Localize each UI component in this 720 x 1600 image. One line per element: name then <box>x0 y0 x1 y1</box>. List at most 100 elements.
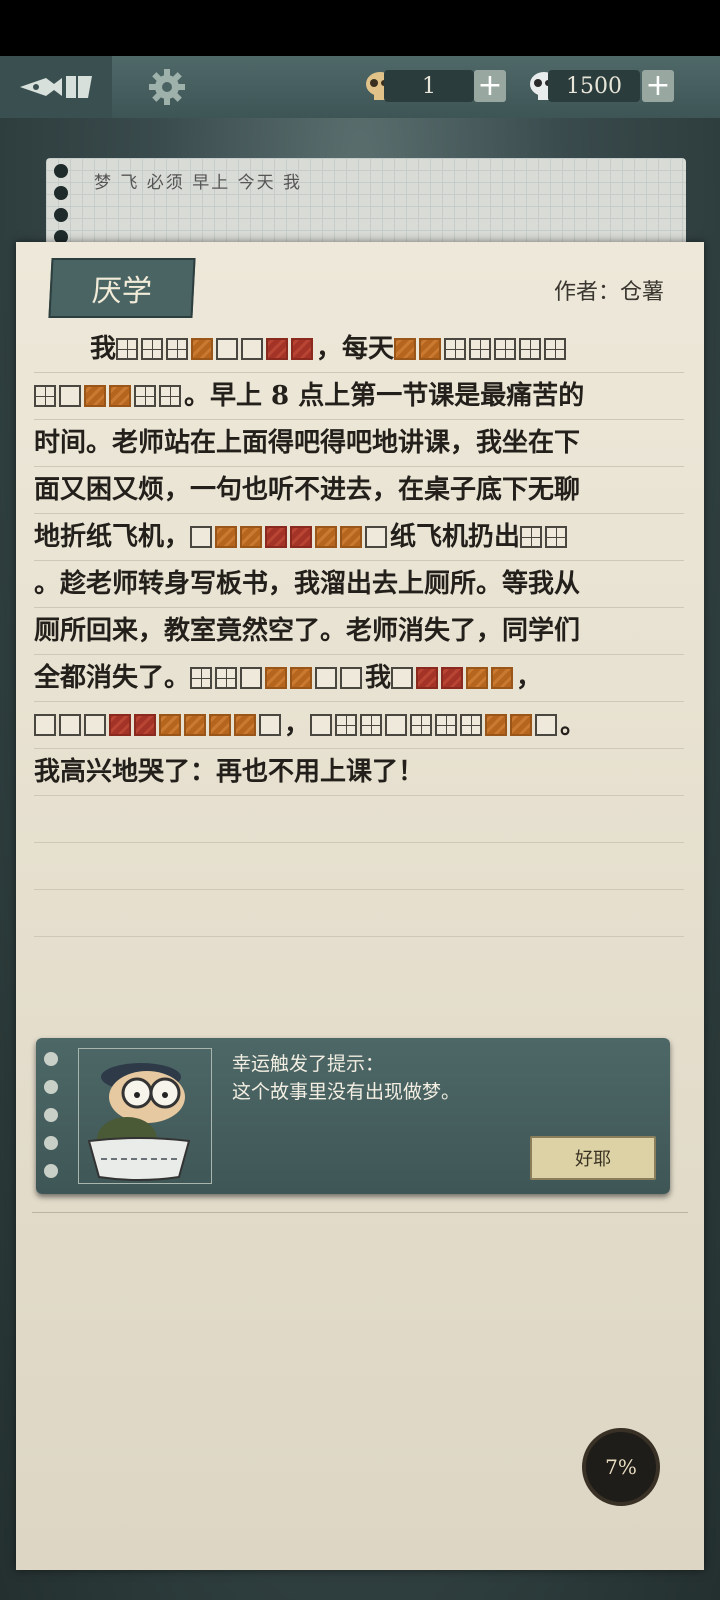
word-blank-slot[interactable] <box>385 714 408 736</box>
word-blank-slot[interactable] <box>519 338 542 360</box>
word-blank-slot[interactable] <box>184 714 206 736</box>
word-blank-slot[interactable] <box>360 714 383 736</box>
story-line: 地折纸飞机， 纸飞机扔出 <box>34 514 684 561</box>
word-blank-slot[interactable] <box>59 385 81 407</box>
empty-ruled-line <box>34 796 684 843</box>
hint-binder-holes <box>44 1052 58 1192</box>
top-hud: 1 + 1500 + <box>0 56 720 118</box>
word-blank-slot[interactable] <box>141 338 164 360</box>
binder-ring <box>54 208 68 222</box>
word-blank-slot[interactable] <box>290 667 313 689</box>
word-blank-slot[interactable] <box>419 338 442 360</box>
word-blank-slot[interactable] <box>340 667 363 689</box>
word-blank-slot[interactable] <box>109 714 131 736</box>
word-blank-slot[interactable] <box>510 714 533 736</box>
story-text-segment: ， <box>516 663 543 693</box>
word-blank-slot[interactable] <box>310 714 333 736</box>
word-blank-slot[interactable] <box>159 714 181 736</box>
story-line: ，。 <box>34 702 684 749</box>
story-line: 全都消失了。 我 ， <box>34 655 684 702</box>
story-text-segment: ，每天 <box>316 334 395 364</box>
word-blank-slot[interactable] <box>544 338 567 360</box>
word-blank-slot[interactable] <box>265 667 288 689</box>
word-blank-slot[interactable] <box>545 526 568 548</box>
word-blank-slot[interactable] <box>34 385 56 407</box>
word-blank-slot[interactable] <box>59 714 81 736</box>
word-blank-slot[interactable] <box>435 714 458 736</box>
confirm-hint-button[interactable]: 好耶 <box>530 1136 656 1180</box>
word-blank-slot[interactable] <box>216 338 239 360</box>
word-blank-slot[interactable] <box>265 526 288 548</box>
empty-ruled-line <box>34 890 684 937</box>
story-line: 。早上 8 点上第一节课是最痛苦的 <box>34 373 684 420</box>
word-blank-slot[interactable] <box>134 385 156 407</box>
word-blank-slot[interactable] <box>266 338 289 360</box>
hint-dialog: 幸运触发了提示： 这个故事里没有出现做梦。 好耶 <box>36 1038 670 1194</box>
story-text-segment: 时间。老师站在上面得吧得吧地讲课，我坐在下 <box>34 428 581 458</box>
story-text-segment: 。 <box>560 710 587 740</box>
word-blank-slot[interactable] <box>240 526 263 548</box>
word-blank-slot[interactable] <box>469 338 492 360</box>
word-blank-slot[interactable] <box>391 667 414 689</box>
settings-button[interactable] <box>146 66 188 108</box>
word-blank-slot[interactable] <box>84 385 106 407</box>
word-blank-slot[interactable] <box>335 714 358 736</box>
hint-line-1: 幸运触发了提示： <box>232 1053 385 1075</box>
story-title: 厌学 <box>48 258 196 318</box>
word-blank-slot[interactable] <box>191 338 214 360</box>
word-blank-slot[interactable] <box>441 667 464 689</box>
story-text-segment: 纸飞机扔出 <box>390 522 521 552</box>
word-blank-slot[interactable] <box>166 338 189 360</box>
word-blank-slot[interactable] <box>240 667 263 689</box>
word-blank-slot[interactable] <box>190 667 213 689</box>
word-blank-slot[interactable] <box>234 714 256 736</box>
word-blank-slot[interactable] <box>190 526 213 548</box>
word-blank-slot[interactable] <box>215 526 238 548</box>
word-blank-slot[interactable] <box>315 667 338 689</box>
binder-ring <box>54 164 68 178</box>
answer-area <box>32 1212 688 1553</box>
word-blank-slot[interactable] <box>109 385 131 407</box>
story-text-segment: ， <box>284 710 311 740</box>
word-blank-slot[interactable] <box>444 338 467 360</box>
turtle-character-avatar <box>78 1048 212 1184</box>
word-blank-slot[interactable] <box>340 526 363 548</box>
word-blank-slot[interactable] <box>241 338 264 360</box>
quill-back-icon <box>20 76 92 98</box>
back-button[interactable] <box>0 56 112 118</box>
word-blank-slot[interactable] <box>84 714 106 736</box>
hint-counter: 1 <box>384 70 474 102</box>
gear-icon <box>149 69 185 105</box>
word-blank-slot[interactable] <box>520 526 543 548</box>
word-blank-slot[interactable] <box>159 385 181 407</box>
story-line: 面又困又烦，一句也听不进去，在桌子底下无聊 <box>34 467 684 514</box>
word-blank-slot[interactable] <box>466 667 489 689</box>
add-coins-button[interactable]: + <box>642 70 674 102</box>
story-text-segment: 。趁老师转身写板书，我溜出去上厕所。等我从 <box>34 569 581 599</box>
word-blank-slot[interactable] <box>291 338 314 360</box>
word-blank-slot[interactable] <box>209 714 231 736</box>
word-blank-slot[interactable] <box>491 667 514 689</box>
word-blank-slot[interactable] <box>485 714 508 736</box>
word-blank-slot[interactable] <box>410 714 433 736</box>
word-blank-slot[interactable] <box>416 667 439 689</box>
word-blank-slot[interactable] <box>394 338 417 360</box>
word-blank-slot[interactable] <box>535 714 558 736</box>
word-blank-slot[interactable] <box>116 338 139 360</box>
word-blank-slot[interactable] <box>215 667 238 689</box>
word-blank-slot[interactable] <box>315 526 338 548</box>
word-blank-slot[interactable] <box>365 526 388 548</box>
hint-message: 幸运触发了提示： 这个故事里没有出现做梦。 <box>232 1050 460 1106</box>
word-blank-slot[interactable] <box>259 714 281 736</box>
word-blank-slot[interactable] <box>494 338 517 360</box>
clue-words: 梦 飞 必须 早上 今天 我 <box>94 173 303 193</box>
add-hint-button[interactable]: + <box>474 70 506 102</box>
story-line: 我高兴地哭了：再也不用上课了！ <box>34 749 684 796</box>
binder-ring <box>54 186 68 200</box>
word-blank-slot[interactable] <box>134 714 156 736</box>
word-blank-slot[interactable] <box>290 526 313 548</box>
empty-ruled-line <box>34 843 684 890</box>
word-blank-slot[interactable] <box>34 714 56 736</box>
clue-word-sheet: 梦 飞 必须 早上 今天 我 <box>46 158 686 248</box>
word-blank-slot[interactable] <box>460 714 483 736</box>
